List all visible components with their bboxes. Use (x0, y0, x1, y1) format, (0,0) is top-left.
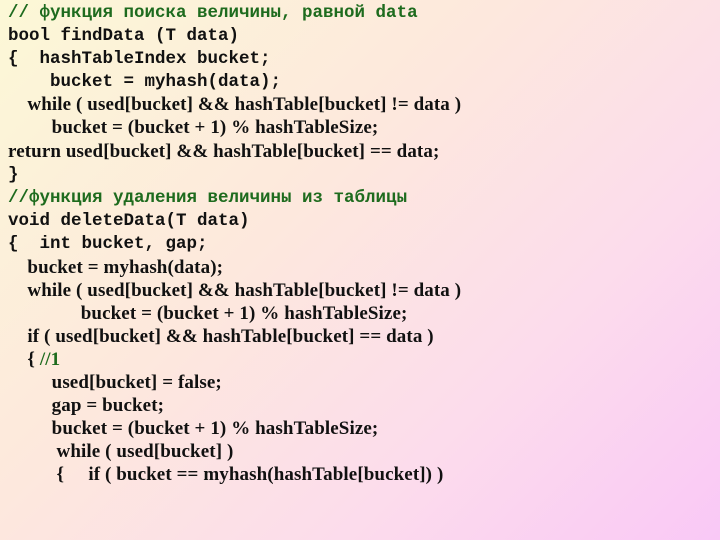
code-line: if ( used[bucket] && hashTable[bucket] =… (8, 326, 434, 347)
code-line: { hashTableIndex bucket; (8, 49, 271, 69)
code-line: while ( used[bucket] && hashTable[bucket… (8, 94, 462, 115)
code-comment-find: // функция поиска величины, равной data (8, 3, 418, 23)
code-line: used[bucket] = false; (8, 372, 222, 393)
code-line: bucket = myhash(data); (8, 72, 282, 92)
code-text: { (8, 349, 40, 370)
code-line: return used[bucket] && hashTable[bucket]… (8, 141, 440, 162)
code-line-delete-signature: void deleteData(T data) (8, 211, 250, 231)
code-line: bucket = (bucket + 1) % hashTableSize; (8, 117, 379, 138)
code-comment-delete: //функция удаления величины из таблицы (8, 188, 408, 208)
code-line-find-signature: bool findData (T data) (8, 26, 240, 46)
code-inline-comment: //1 (39, 349, 61, 370)
code-line: bucket = myhash(data); (8, 257, 224, 278)
code-line: { if ( bucket == myhash(hashTable[bucket… (8, 464, 444, 485)
code-line: } (8, 165, 19, 185)
code-line: while ( used[bucket] && hashTable[bucket… (8, 280, 462, 301)
code-line: bucket = (bucket + 1) % hashTableSize; (8, 303, 408, 324)
code-line: bucket = (bucket + 1) % hashTableSize; (8, 418, 379, 439)
code-line: gap = bucket; (8, 395, 165, 416)
code-line: { int bucket, gap; (8, 234, 208, 254)
code-line: while ( used[bucket] ) (8, 441, 234, 462)
code-slide: // функция поиска величины, равной data … (0, 0, 720, 540)
code-line: { //1 (8, 349, 60, 371)
